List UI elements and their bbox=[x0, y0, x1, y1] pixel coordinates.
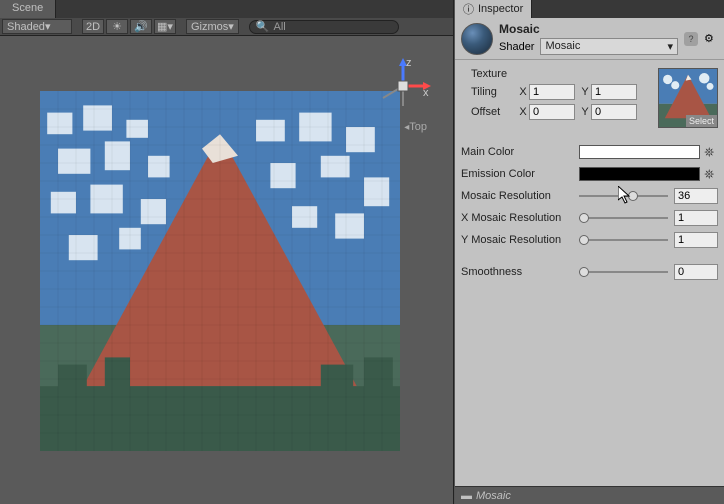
mosaic-res-slider[interactable] bbox=[579, 189, 668, 203]
view-2d-toggle[interactable]: 2D bbox=[82, 19, 104, 34]
offset-y-input[interactable] bbox=[591, 104, 637, 120]
scene-search-input[interactable]: 🔍All bbox=[249, 20, 399, 34]
material-name: Mosaic bbox=[499, 22, 678, 36]
scene-viewport[interactable]: z x ◂Top bbox=[0, 36, 453, 504]
settings-gear-icon[interactable]: ⚙ bbox=[704, 32, 718, 46]
x-mosaic-input[interactable] bbox=[674, 210, 718, 226]
texture-select-button[interactable]: Select bbox=[686, 115, 717, 127]
mosaic-res-input[interactable] bbox=[674, 188, 718, 204]
y-mosaic-input[interactable] bbox=[674, 232, 718, 248]
orientation-label: ◂Top bbox=[404, 121, 427, 133]
scene-object-quad[interactable] bbox=[40, 91, 400, 451]
gizmos-dropdown[interactable]: Gizmos▾ bbox=[186, 19, 239, 34]
svg-text:z: z bbox=[406, 57, 412, 69]
eyedropper-icon[interactable]: 𖤓 bbox=[704, 145, 718, 159]
inspector-tab-bar: ⓘInspector bbox=[455, 0, 724, 18]
orientation-gizmo[interactable]: z x bbox=[373, 56, 433, 116]
lighting-toggle-icon[interactable]: ☀ bbox=[106, 19, 128, 34]
main-color-swatch[interactable] bbox=[579, 145, 700, 159]
info-icon: ⓘ bbox=[463, 1, 474, 17]
y-mosaic-slider[interactable] bbox=[579, 233, 668, 247]
offset-label: Offset bbox=[471, 106, 517, 118]
material-preview-sphere-icon bbox=[461, 23, 493, 55]
shader-dropdown[interactable]: Mosaic▾ bbox=[540, 38, 678, 55]
scene-panel: Scene Shaded▾ 2D ☀ 🔊 ▦▾ Gizmos▾ 🔍All bbox=[0, 0, 454, 504]
help-icon[interactable]: ? bbox=[684, 32, 698, 46]
shading-mode-dropdown[interactable]: Shaded▾ bbox=[2, 19, 72, 34]
scene-toolbar: Shaded▾ 2D ☀ 🔊 ▦▾ Gizmos▾ 🔍All bbox=[0, 18, 453, 36]
texture-label: Texture bbox=[471, 68, 658, 80]
inspector-body: Texture Tiling X Y Offset X Y bbox=[455, 60, 724, 281]
texture-thumbnail[interactable]: Select bbox=[658, 68, 718, 128]
main-color-label: Main Color bbox=[461, 146, 579, 158]
y-label: Y bbox=[579, 86, 591, 98]
x-mosaic-label: X Mosaic Resolution bbox=[461, 212, 579, 224]
scene-tab-bar: Scene bbox=[0, 0, 453, 18]
scene-tab[interactable]: Scene bbox=[0, 0, 56, 18]
material-header: Mosaic Shader Mosaic▾ ? ⚙ bbox=[455, 18, 724, 60]
svg-text:x: x bbox=[423, 87, 429, 99]
mosaic-res-label: Mosaic Resolution bbox=[461, 190, 579, 202]
y-mosaic-label: Y Mosaic Resolution bbox=[461, 234, 579, 246]
smoothness-slider[interactable] bbox=[579, 265, 668, 279]
tiling-y-input[interactable] bbox=[591, 84, 637, 100]
smoothness-input[interactable] bbox=[674, 264, 718, 280]
x-mosaic-slider[interactable] bbox=[579, 211, 668, 225]
inspector-tab[interactable]: ⓘInspector bbox=[455, 0, 532, 18]
inspector-panel: ⓘInspector Mosaic Shader Mosaic▾ ? ⚙ Tex… bbox=[454, 0, 724, 504]
audio-toggle-icon[interactable]: 🔊 bbox=[130, 19, 152, 34]
tiling-x-input[interactable] bbox=[529, 84, 575, 100]
emission-color-swatch[interactable] bbox=[579, 167, 700, 181]
fx-toggle-icon[interactable]: ▦▾ bbox=[154, 19, 176, 34]
offset-x-input[interactable] bbox=[529, 104, 575, 120]
shader-label: Shader bbox=[499, 41, 534, 53]
material-preview-bar[interactable]: ▬ Mosaic bbox=[455, 486, 724, 504]
x-label: X bbox=[517, 86, 529, 98]
eyedropper-icon[interactable]: 𖤓 bbox=[704, 167, 718, 181]
smoothness-label: Smoothness bbox=[461, 266, 579, 278]
emission-color-label: Emission Color bbox=[461, 168, 579, 180]
tiling-label: Tiling bbox=[471, 86, 517, 98]
